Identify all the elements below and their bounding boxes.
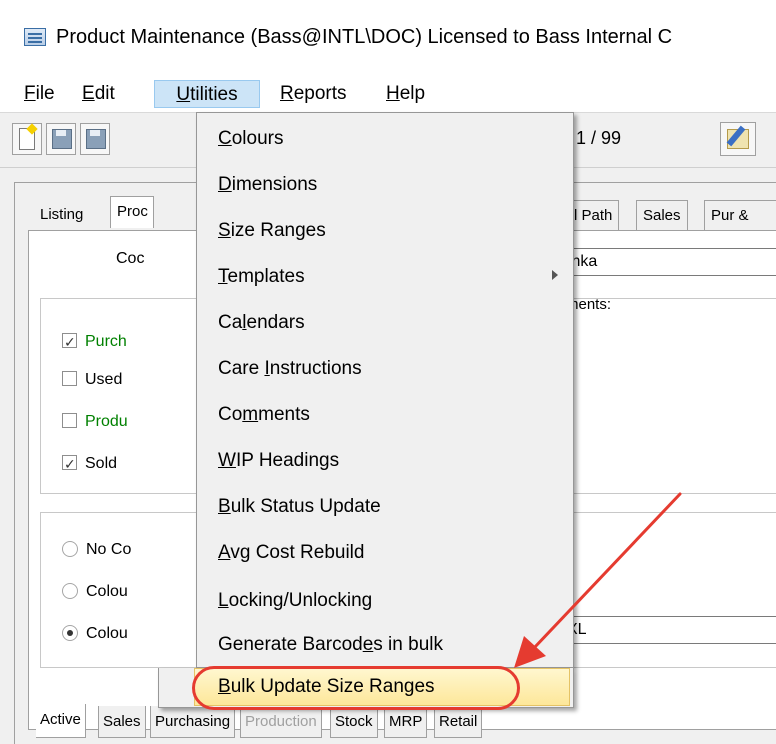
radio-selected-icon[interactable] — [62, 625, 78, 641]
tab-bottom-retail[interactable]: Retail — [434, 706, 483, 738]
save-as-icon[interactable] — [80, 123, 110, 155]
window-title: Product Maintenance (Bass@INTL\DOC) Lice… — [56, 26, 673, 48]
tab-bottom-purchasing[interactable]: Purchasing — [150, 706, 236, 738]
save-icon[interactable] — [46, 123, 76, 155]
menu-help[interactable]: Help — [380, 80, 431, 108]
record-counter: 1 / 99 — [576, 128, 622, 148]
code-label: Coc — [116, 250, 145, 267]
new-record-icon[interactable] — [12, 123, 42, 155]
menu-utilities[interactable]: Utilities — [154, 80, 260, 108]
menu-edit[interactable]: Edit — [76, 80, 121, 108]
annotation-arrow-icon — [514, 492, 682, 668]
checkbox-produced[interactable]: Produ — [62, 410, 128, 434]
menu-item-dimensions[interactable]: Dimensions — [218, 168, 317, 202]
tab-bottom-stock[interactable]: Stock — [330, 706, 378, 738]
menu-bar: File Edit Utilities Reports Help — [0, 76, 776, 112]
tab-purchasing[interactable]: Pur & — [704, 200, 776, 230]
menu-item-comments[interactable]: Comments — [218, 398, 310, 432]
checkbox-checked-icon[interactable] — [62, 452, 77, 476]
edit-check-icon[interactable] — [720, 122, 756, 156]
menu-item-avg-cost-rebuild[interactable]: Avg Cost Rebuild — [218, 536, 364, 570]
bottom-tab-strip: Active Sales Purchasing Production Stock… — [36, 704, 776, 738]
comments-group — [556, 298, 776, 494]
radio-colour-size[interactable]: Colou — [62, 622, 128, 646]
checkbox-unchecked-icon[interactable] — [62, 413, 77, 428]
menu-reports[interactable]: Reports — [274, 80, 353, 108]
menu-item-colours[interactable]: Colours — [218, 122, 283, 156]
menu-item-locking-unlocking[interactable]: Locking/Unlocking — [218, 584, 372, 618]
tab-bottom-mrp[interactable]: MRP — [384, 706, 428, 738]
menu-item-care-instructions[interactable]: Care Instructions — [218, 352, 362, 386]
tab-product[interactable]: Proc — [110, 196, 154, 228]
menu-item-wip-headings[interactable]: WIP Headings — [218, 444, 339, 478]
tab-active[interactable]: Active — [36, 704, 86, 738]
checkbox-sold[interactable]: Sold — [62, 452, 117, 476]
radio-no-colour[interactable]: No Co — [62, 538, 131, 562]
checkbox-unchecked-icon[interactable] — [62, 371, 77, 386]
tab-bottom-sales[interactable]: Sales — [98, 706, 146, 738]
radio-colour[interactable]: Colou — [62, 580, 128, 604]
menu-item-calendars[interactable]: Calendars — [218, 306, 305, 340]
menu-item-generate-barcodes[interactable]: Generate Barcodes in bulk — [218, 628, 443, 662]
menu-item-bulk-status-update[interactable]: Bulk Status Update — [218, 490, 381, 524]
radio-icon[interactable] — [62, 541, 78, 557]
checkbox-checked-icon[interactable] — [62, 330, 77, 354]
tab-listing[interactable]: Listing — [34, 200, 89, 230]
menu-item-templates[interactable]: Templates — [218, 260, 305, 294]
menu-item-size-ranges[interactable]: Size Ranges — [218, 214, 326, 248]
app-icon — [24, 28, 46, 46]
radio-icon[interactable] — [62, 583, 78, 599]
tab-bottom-production: Production — [240, 706, 322, 738]
code-field[interactable]: Inka — [566, 248, 776, 276]
checkbox-used[interactable]: Used — [62, 368, 122, 392]
checkbox-purchased[interactable]: Purch — [62, 330, 127, 354]
menu-file[interactable]: File — [18, 80, 61, 108]
tab-sales[interactable]: Sales — [636, 200, 688, 230]
submenu-arrow-icon — [552, 270, 558, 280]
annotation-oval — [192, 666, 520, 710]
tab-critical-path[interactable]: l Path — [568, 200, 620, 230]
